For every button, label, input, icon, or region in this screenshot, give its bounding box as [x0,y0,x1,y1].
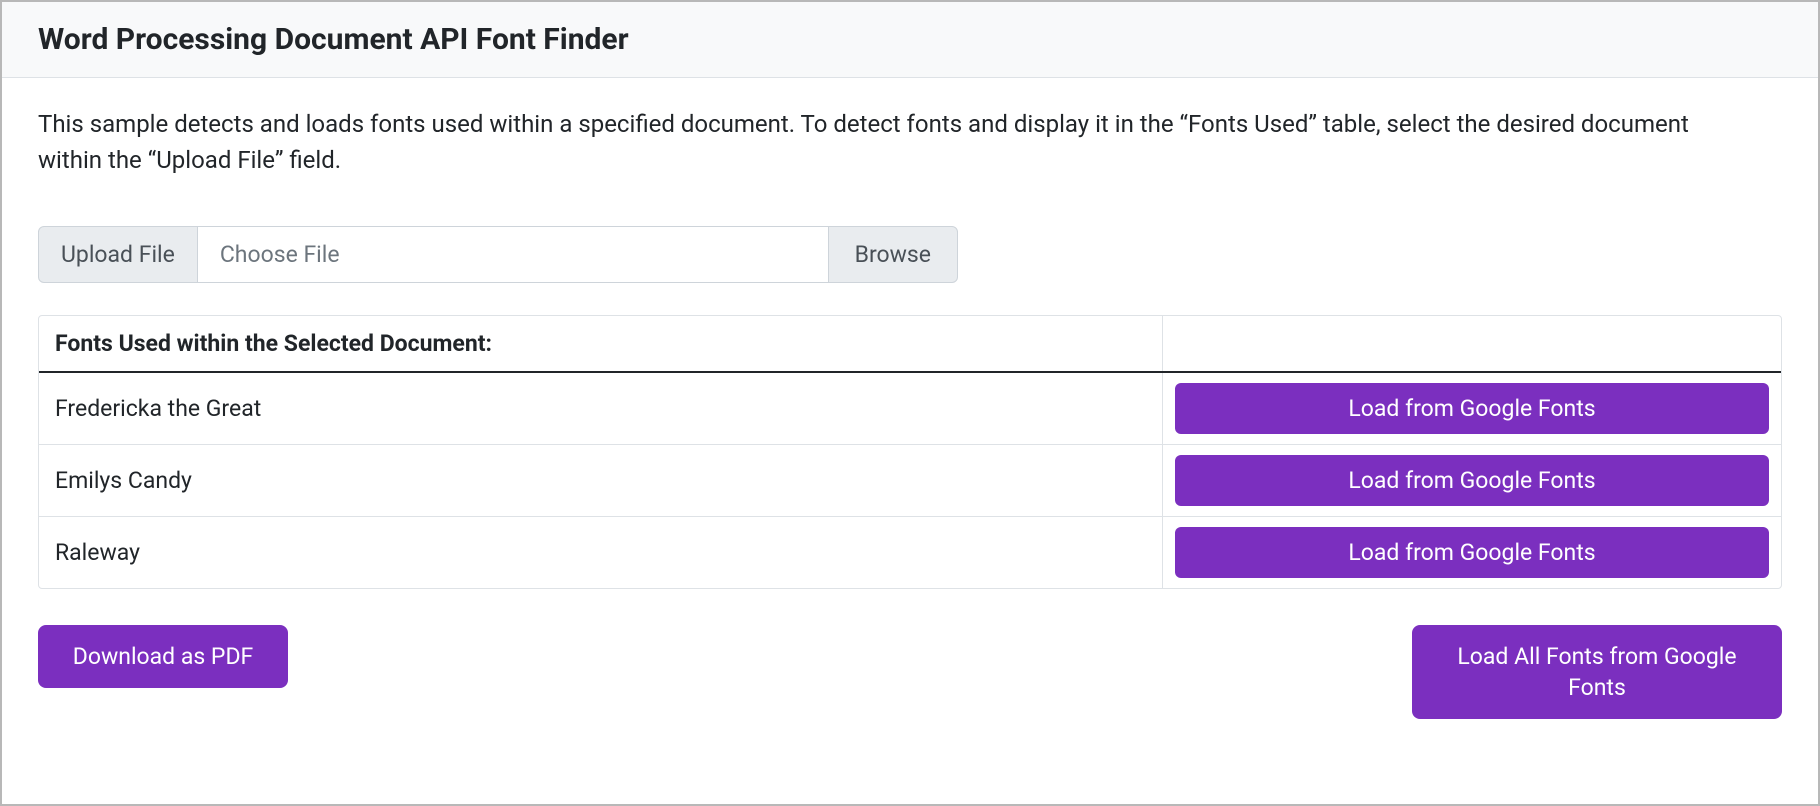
load-from-google-fonts-button[interactable]: Load from Google Fonts [1175,455,1769,506]
footer-actions: Download as PDF Load All Fonts from Goog… [38,625,1782,719]
description-text: This sample detects and loads fonts used… [38,106,1758,178]
table-row: Fredericka the Great Load from Google Fo… [39,373,1781,445]
page-content: This sample detects and loads fonts used… [2,78,1818,804]
download-as-pdf-button[interactable]: Download as PDF [38,625,288,688]
upload-file-group: Upload File Choose File Browse [38,226,958,283]
font-name-cell: Emilys Candy [39,445,1163,516]
table-row: Raleway Load from Google Fonts [39,517,1781,588]
table-header-action [1163,316,1781,371]
table-header-row: Fonts Used within the Selected Document: [39,316,1781,373]
app-container: Word Processing Document API Font Finder… [0,0,1820,806]
font-name-cell: Raleway [39,517,1163,588]
font-name-cell: Fredericka the Great [39,373,1163,444]
fonts-table: Fonts Used within the Selected Document:… [38,315,1782,589]
upload-file-label: Upload File [38,226,198,283]
browse-button[interactable]: Browse [828,226,958,283]
table-header-fonts-used: Fonts Used within the Selected Document: [39,316,1163,371]
load-all-fonts-button[interactable]: Load All Fonts from Google Fonts [1412,625,1782,719]
page-header: Word Processing Document API Font Finder [2,2,1818,78]
font-action-cell: Load from Google Fonts [1163,517,1781,588]
table-row: Emilys Candy Load from Google Fonts [39,445,1781,517]
load-from-google-fonts-button[interactable]: Load from Google Fonts [1175,383,1769,434]
upload-file-input[interactable]: Choose File [198,226,828,283]
load-from-google-fonts-button[interactable]: Load from Google Fonts [1175,527,1769,578]
font-action-cell: Load from Google Fonts [1163,445,1781,516]
font-action-cell: Load from Google Fonts [1163,373,1781,444]
page-title: Word Processing Document API Font Finder [38,22,1782,57]
